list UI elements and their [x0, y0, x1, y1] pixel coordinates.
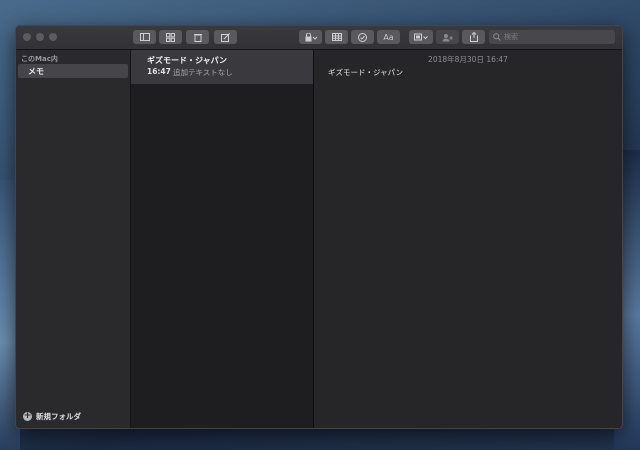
table-button[interactable] [325, 30, 348, 44]
notes-window: Aa 検索 このMac内 メモ + 新規フォルダ ギズモード・ジャパン 16:4… [15, 25, 623, 429]
minimize-window-button[interactable] [36, 33, 44, 41]
list-item[interactable]: ギズモード・ジャパン 16:47 追加テキストなし [131, 50, 313, 84]
new-note-button[interactable] [214, 30, 237, 44]
share-button[interactable] [462, 30, 485, 44]
new-folder-button[interactable]: + 新規フォルダ [23, 411, 81, 422]
checklist-button[interactable] [351, 30, 374, 44]
sidebar-item-label: メモ [28, 67, 44, 76]
sidebar-icon [139, 33, 150, 41]
compose-icon [221, 32, 230, 42]
note-title: ギズモード・ジャパン [147, 56, 227, 65]
note-date: 2018年8月30日 16:47 [428, 55, 508, 64]
note-time: 16:47 [147, 67, 171, 76]
close-window-button[interactable] [23, 33, 31, 41]
plus-circle-icon: + [23, 411, 32, 421]
note-list: ギズモード・ジャパン 16:47 追加テキストなし [131, 50, 314, 428]
grid-icon [166, 32, 175, 42]
note-editor[interactable]: 2018年8月30日 16:47 ギズモード・ジャパン [314, 50, 622, 428]
search-field[interactable]: 検索 [489, 30, 615, 44]
format-label: Aa [383, 32, 394, 42]
sidebar-item-notes[interactable]: メモ [18, 64, 128, 78]
new-folder-label: 新規フォルダ [36, 412, 81, 421]
note-preview: 追加テキストなし [173, 68, 233, 77]
format-button[interactable]: Aa [377, 30, 400, 44]
lock-button[interactable] [299, 30, 322, 44]
share-icon [469, 32, 478, 42]
search-icon [493, 33, 501, 41]
add-people-icon [442, 33, 453, 41]
sidebar-toggle-button[interactable] [133, 30, 156, 44]
checklist-icon [358, 32, 367, 42]
photo-icon [414, 33, 428, 40]
lock-icon [305, 32, 317, 41]
table-icon [331, 33, 342, 41]
trash-icon [193, 33, 202, 42]
delete-button[interactable] [186, 30, 209, 44]
title-bar: Aa 検索 [16, 26, 622, 50]
folder-sidebar: このMac内 メモ + 新規フォルダ [16, 50, 131, 428]
zoom-window-button[interactable] [49, 33, 57, 41]
collaborate-button[interactable] [436, 30, 459, 44]
attachments-button[interactable] [409, 30, 433, 44]
sidebar-section-header: このMac内 [21, 55, 58, 63]
note-body[interactable]: ギズモード・ジャパン [328, 67, 403, 78]
search-placeholder: 検索 [504, 33, 518, 41]
gallery-view-button[interactable] [159, 30, 182, 44]
